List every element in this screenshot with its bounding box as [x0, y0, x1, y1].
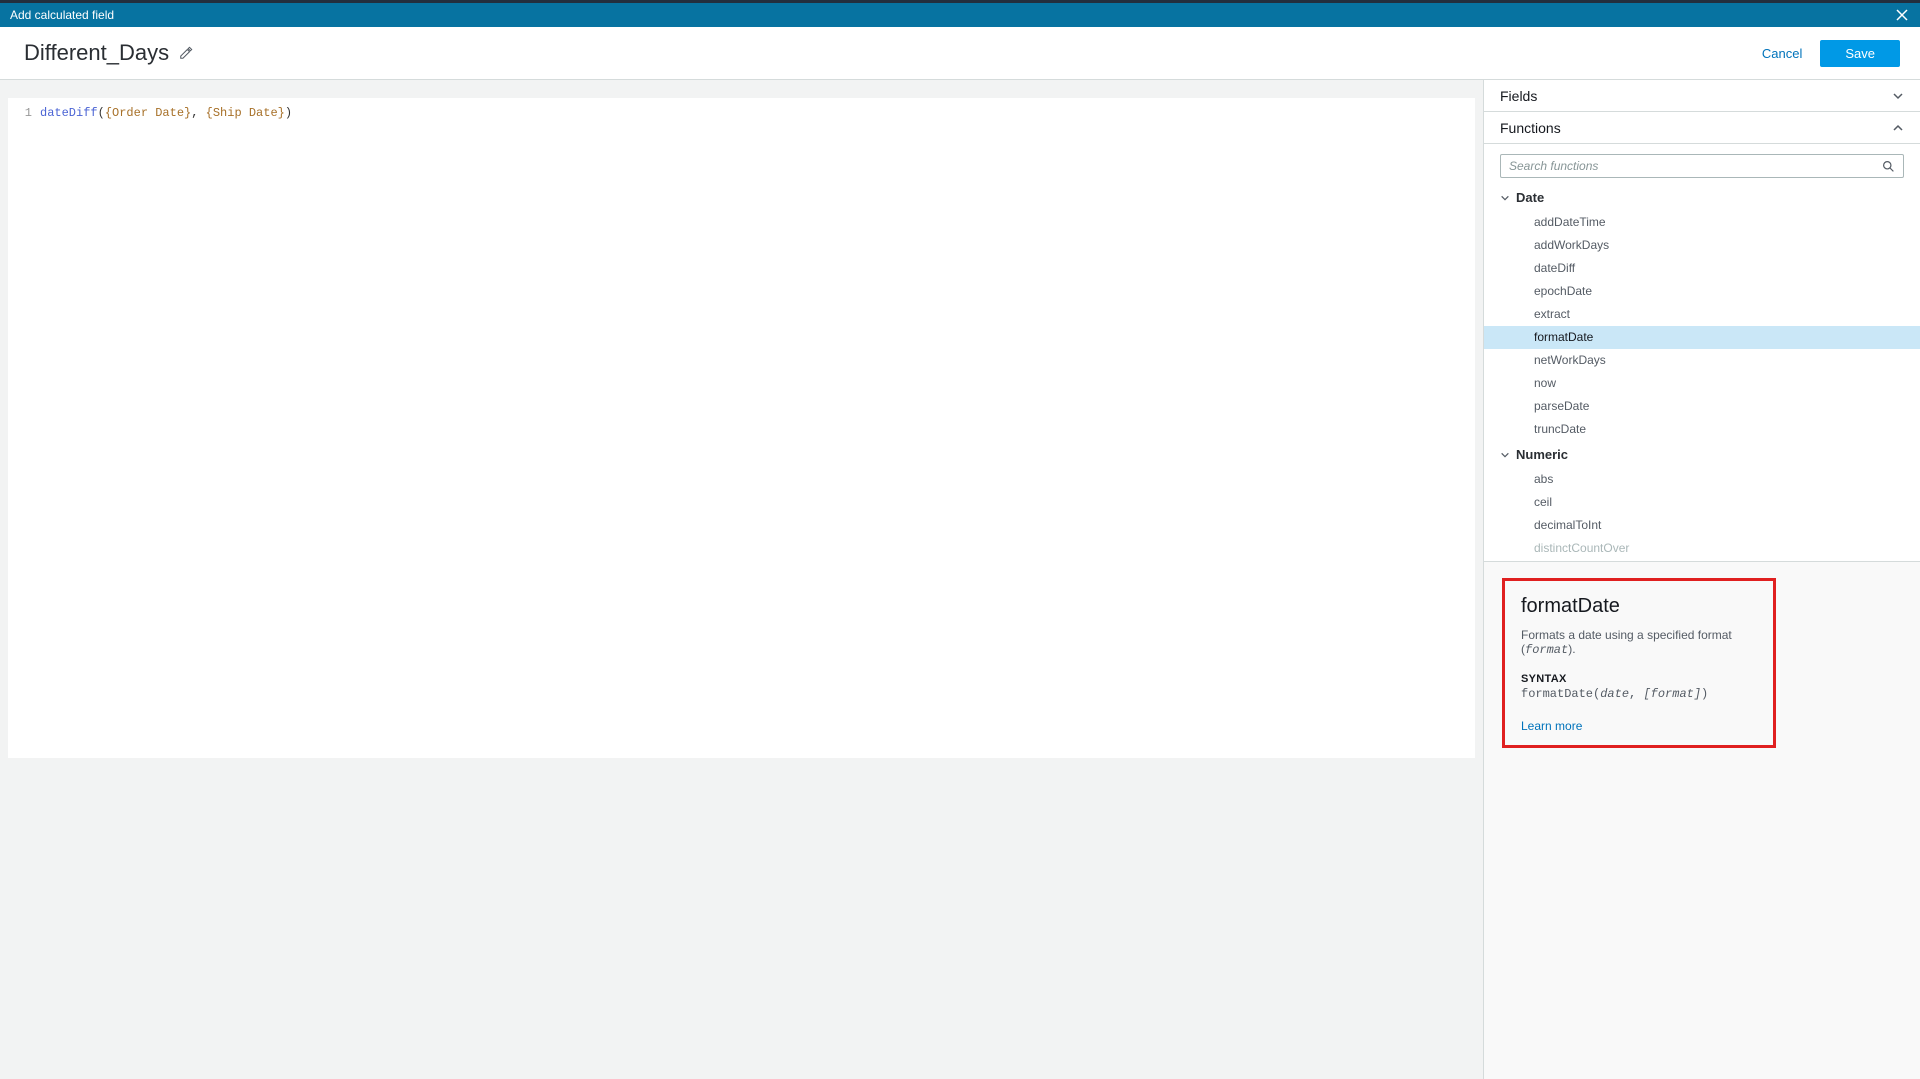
category-name: Numeric: [1516, 447, 1568, 462]
function-item-decimalToInt[interactable]: decimalToInt: [1484, 514, 1920, 537]
syntax-label: SYNTAX: [1521, 673, 1757, 685]
chevron-down-icon: [1892, 90, 1904, 102]
close-icon: [1896, 9, 1908, 21]
main-area: 1 dateDiff({Order Date}, {Ship Date}) Fi…: [0, 80, 1920, 1079]
search-icon: [1882, 160, 1895, 173]
function-item-parseDate[interactable]: parseDate: [1484, 395, 1920, 418]
code-content: dateDiff({Order Date}, {Ship Date}): [40, 104, 292, 122]
function-item-ceil[interactable]: ceil: [1484, 491, 1920, 514]
field-name[interactable]: Different_Days: [24, 40, 169, 66]
function-item-truncDate[interactable]: truncDate: [1484, 418, 1920, 441]
right-pane: Fields Functions Date addDateTimeaddWorkD…: [1484, 80, 1920, 1079]
doc-description: Formats a date using a specified format …: [1521, 628, 1757, 657]
fields-panel-title: Fields: [1500, 88, 1537, 104]
modal-header: Add calculated field: [0, 3, 1920, 27]
functions-panel-title: Functions: [1500, 120, 1561, 136]
doc-panel: formatDate Formats a date using a specif…: [1484, 562, 1920, 1079]
editor-pane: 1 dateDiff({Order Date}, {Ship Date}): [0, 80, 1484, 1079]
edit-name-button[interactable]: [179, 46, 193, 60]
pencil-icon: [179, 46, 193, 60]
function-item-abs[interactable]: abs: [1484, 468, 1920, 491]
function-item-epochDate[interactable]: epochDate: [1484, 280, 1920, 303]
function-item-netWorkDays[interactable]: netWorkDays: [1484, 349, 1920, 372]
search-box[interactable]: [1500, 154, 1904, 178]
modal-title: Add calculated field: [10, 8, 114, 22]
toolbar-actions: Cancel Save: [1762, 40, 1900, 67]
field-name-wrap: Different_Days: [24, 40, 193, 66]
function-item-formatDate[interactable]: formatDate: [1484, 326, 1920, 349]
chevron-up-icon: [1892, 122, 1904, 134]
toolbar: Different_Days Cancel Save: [0, 27, 1920, 80]
search-wrap: [1484, 144, 1920, 184]
fields-panel-header[interactable]: Fields: [1484, 80, 1920, 112]
category-header-numeric[interactable]: Numeric: [1484, 441, 1920, 468]
learn-more-link[interactable]: Learn more: [1521, 719, 1757, 733]
function-item-now[interactable]: now: [1484, 372, 1920, 395]
function-item-extract[interactable]: extract: [1484, 303, 1920, 326]
function-item-distinctCountOver[interactable]: distinctCountOver: [1484, 537, 1920, 560]
doc-highlight-box: formatDate Formats a date using a specif…: [1502, 578, 1776, 748]
code-editor[interactable]: 1 dateDiff({Order Date}, {Ship Date}): [8, 98, 1475, 758]
function-item-dateDiff[interactable]: dateDiff: [1484, 257, 1920, 280]
chevron-down-icon: [1500, 193, 1510, 203]
function-item-addDateTime[interactable]: addDateTime: [1484, 211, 1920, 234]
category-header-date[interactable]: Date: [1484, 184, 1920, 211]
cancel-button[interactable]: Cancel: [1762, 46, 1802, 61]
functions-panel-header[interactable]: Functions: [1484, 112, 1920, 144]
save-button[interactable]: Save: [1820, 40, 1900, 67]
function-item-addWorkDays[interactable]: addWorkDays: [1484, 234, 1920, 257]
close-button[interactable]: [1894, 7, 1910, 23]
code-line: 1 dateDiff({Order Date}, {Ship Date}): [8, 104, 1475, 122]
doc-title: formatDate: [1521, 595, 1757, 618]
category-name: Date: [1516, 190, 1544, 205]
syntax-code: formatDate(date, [format]): [1521, 687, 1757, 701]
functions-list[interactable]: Date addDateTimeaddWorkDaysdateDiffepochD…: [1484, 184, 1920, 562]
chevron-down-icon: [1500, 450, 1510, 460]
line-number: 1: [8, 104, 40, 122]
search-input[interactable]: [1509, 159, 1882, 173]
